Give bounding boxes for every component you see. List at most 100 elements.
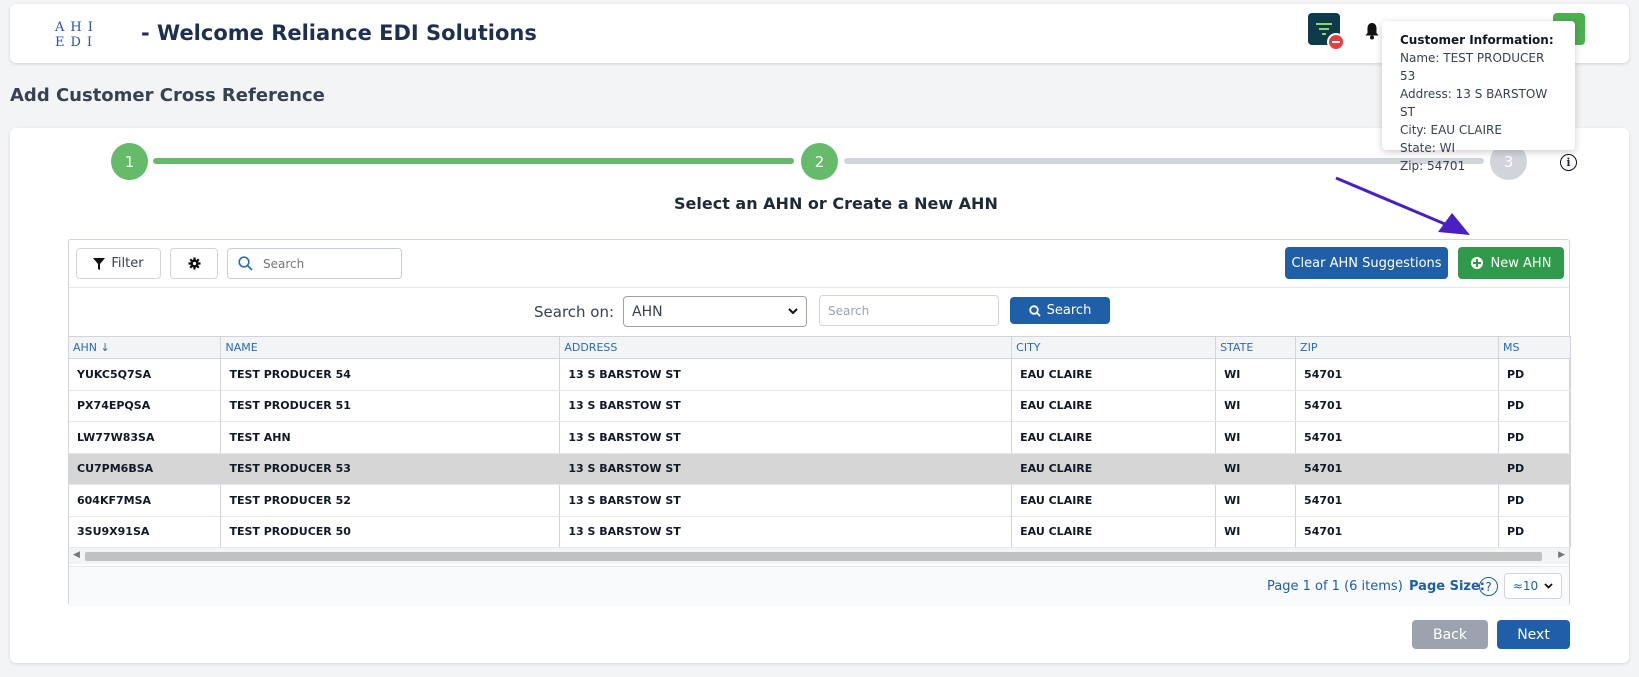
scrollbar-thumb[interactable] (85, 552, 1542, 561)
settings-button[interactable] (170, 248, 218, 279)
cell-city: EAU CLAIRE (1011, 516, 1217, 548)
info-icon[interactable]: i (1560, 154, 1577, 171)
cell-city: EAU CLAIRE (1011, 453, 1217, 485)
table-row[interactable]: LW77W83SA TEST AHN 13 S BARSTOW ST EAU C… (69, 421, 1572, 454)
cell-ms: PD (1498, 358, 1572, 391)
column-header-city[interactable]: CITY (1011, 336, 1217, 359)
cell-ms: PD (1498, 484, 1572, 517)
cell-zip: 54701 (1295, 358, 1499, 391)
cell-state: WI (1215, 516, 1297, 548)
ahn-table: AHN ↓ NAME ADDRESS CITY STATE ZIP MS YUK… (69, 336, 1572, 548)
cell-ahn: 604KF7MSA (69, 484, 222, 517)
cell-address: 13 S BARSTOW ST (559, 516, 1013, 548)
column-header-zip[interactable]: ZIP (1295, 336, 1499, 359)
chevron-down-icon (788, 308, 798, 315)
search-on-selected: AHN (632, 303, 663, 320)
customer-info-tooltip: Customer Information: Name: TEST PRODUCE… (1382, 21, 1575, 173)
column-header-name[interactable]: NAME (220, 336, 561, 359)
back-button[interactable]: Back (1412, 620, 1488, 649)
app-title: - Welcome Reliance EDI Solutions (141, 21, 537, 45)
cell-name: TEST PRODUCER 51 (220, 390, 561, 422)
scroll-left-icon[interactable]: ◀ (73, 550, 80, 560)
new-ahn-label: New AHN (1490, 255, 1552, 271)
clear-ahn-suggestions-button[interactable]: Clear AHN Suggestions (1285, 247, 1448, 279)
page-size-select[interactable]: ≈10 (1504, 573, 1562, 599)
cell-name: TEST PRODUCER 52 (220, 484, 561, 517)
gear-icon (187, 257, 201, 270)
cell-ms: PD (1498, 421, 1572, 454)
horizontal-scrollbar[interactable]: ◀ ▶ (69, 548, 1569, 564)
cell-ms: PD (1498, 453, 1572, 485)
ahn-grid: Filter Clear AHN Suggestions New AHN Sea… (68, 239, 1572, 606)
cell-address: 13 S BARSTOW ST (559, 358, 1013, 391)
search-on-button[interactable]: Search (1010, 297, 1110, 324)
cell-ahn: LW77W83SA (69, 421, 222, 454)
cell-city: EAU CLAIRE (1011, 390, 1217, 422)
tooltip-title: Customer Information: (1400, 33, 1554, 47)
table-header-row: AHN ↓ NAME ADDRESS CITY STATE ZIP MS (69, 336, 1572, 359)
cell-name: TEST PRODUCER 54 (220, 358, 561, 391)
step-connector-1 (153, 158, 794, 164)
search-on-button-label: Search (1046, 303, 1092, 318)
bell-icon[interactable] (1364, 22, 1380, 40)
cell-name: TEST PRODUCER 50 (220, 516, 561, 548)
cell-address: 13 S BARSTOW ST (559, 484, 1013, 517)
step-1: 1 (111, 143, 148, 180)
column-header-address[interactable]: ADDRESS (559, 336, 1013, 359)
cell-city: EAU CLAIRE (1011, 484, 1217, 517)
pager-info: Page 1 of 1 (6 items) (1267, 579, 1403, 594)
cell-name: TEST AHN (220, 421, 561, 454)
cell-address: 13 S BARSTOW ST (559, 453, 1013, 485)
search-on-input[interactable]: Search (819, 295, 999, 326)
grid-search-box[interactable] (227, 248, 402, 279)
cell-state: WI (1215, 453, 1297, 485)
cell-zip: 54701 (1295, 453, 1499, 485)
tooltip-name: Name: TEST PRODUCER 53 (1400, 51, 1545, 83)
filter-remove-badge[interactable] (1327, 33, 1345, 51)
page-title: Add Customer Cross Reference (10, 85, 325, 106)
cell-ahn: 3SU9X91SA (69, 516, 222, 548)
search-on-label: Search on: (534, 303, 615, 321)
tooltip-address: Address: 13 S BARSTOW ST (1400, 87, 1548, 119)
search-on-row: Search on: AHN Search Search (69, 287, 1569, 335)
grid-search-input[interactable] (263, 256, 383, 271)
pager: Page 1 of 1 (6 items) Page Size: ? ≈10 (69, 566, 1569, 606)
table-row[interactable]: 3SU9X91SA TEST PRODUCER 50 13 S BARSTOW … (69, 516, 1572, 548)
column-header-ms[interactable]: MS (1498, 336, 1572, 359)
table-row[interactable]: YUKC5Q7SA TEST PRODUCER 54 13 S BARSTOW … (69, 358, 1572, 391)
cell-address: 13 S BARSTOW ST (559, 390, 1013, 422)
tooltip-zip: Zip: 54701 (1400, 159, 1466, 173)
cell-city: EAU CLAIRE (1011, 421, 1217, 454)
step-connector-2 (844, 158, 1484, 164)
filter-button[interactable]: Filter (76, 248, 161, 279)
cell-state: WI (1215, 390, 1297, 422)
cell-ms: PD (1498, 516, 1572, 548)
filter-button-label: Filter (111, 256, 144, 271)
cell-ahn: PX74EPQSA (69, 390, 222, 422)
search-on-select[interactable]: AHN (623, 296, 807, 327)
cell-ms: PD (1498, 390, 1572, 422)
column-header-state[interactable]: STATE (1215, 336, 1297, 359)
table-row-selected[interactable]: CU7PM6BSA TEST PRODUCER 53 13 S BARSTOW … (69, 453, 1572, 485)
tooltip-city: City: EAU CLAIRE (1400, 123, 1502, 137)
annotation-arrow-icon (1335, 176, 1470, 235)
page-size-label: Page Size: (1409, 579, 1486, 594)
cell-ahn: CU7PM6BSA (69, 453, 222, 485)
help-icon[interactable]: ? (1479, 577, 1498, 596)
next-button[interactable]: Next (1497, 620, 1570, 649)
table-row[interactable]: 604KF7MSA TEST PRODUCER 52 13 S BARSTOW … (69, 484, 1572, 517)
section-subtitle: Select an AHN or Create a New AHN (674, 194, 998, 213)
funnel-icon (93, 257, 106, 270)
app-logo[interactable]: AHI EDI (55, 18, 143, 52)
table-row[interactable]: PX74EPQSA TEST PRODUCER 51 13 S BARSTOW … (69, 390, 1572, 422)
cell-city: EAU CLAIRE (1011, 358, 1217, 391)
cell-zip: 54701 (1295, 390, 1499, 422)
search-icon (238, 256, 253, 271)
new-ahn-button[interactable]: New AHN (1458, 247, 1564, 279)
cell-address: 13 S BARSTOW ST (559, 421, 1013, 454)
scroll-right-icon[interactable]: ▶ (1558, 550, 1565, 560)
logo-text: AHI EDI (55, 20, 99, 50)
column-header-ahn[interactable]: AHN ↓ (69, 336, 222, 359)
search-icon (1028, 304, 1041, 317)
chevron-down-icon (1544, 583, 1553, 589)
